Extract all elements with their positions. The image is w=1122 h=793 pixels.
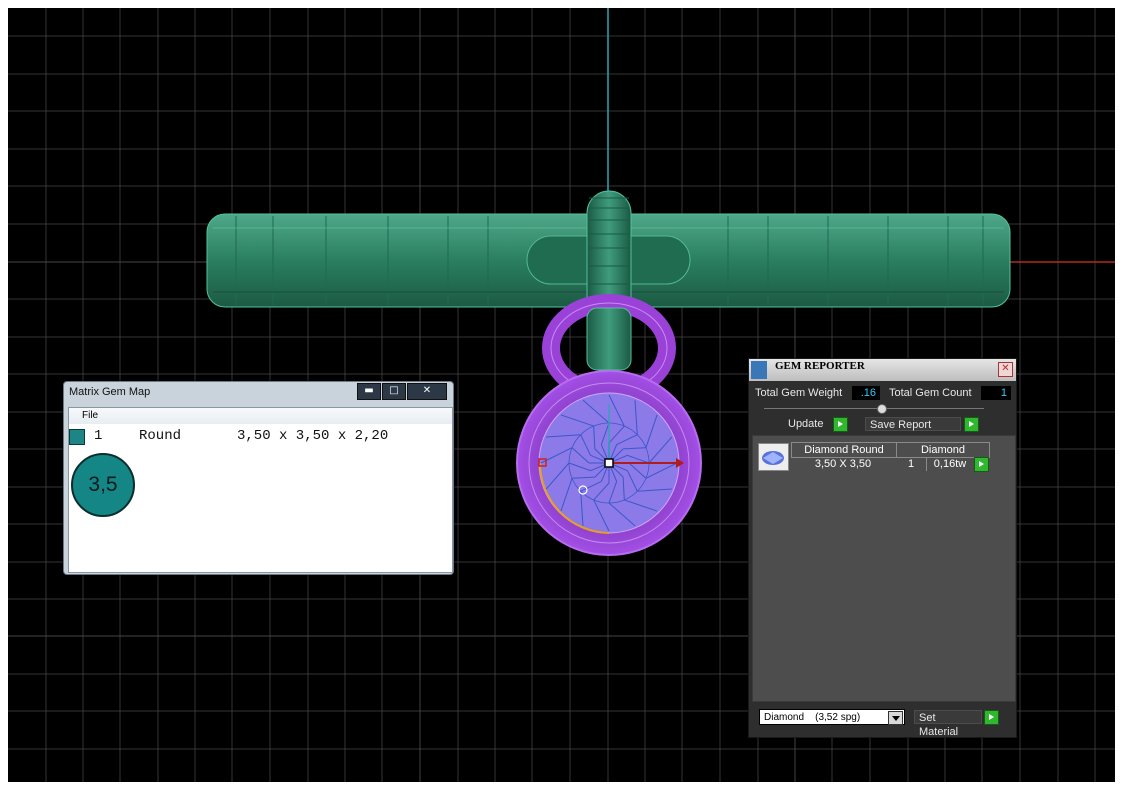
- total-gem-count-value: 1: [981, 386, 1011, 400]
- material-select[interactable]: Diamond (3,52 spg): [759, 709, 905, 725]
- splitter-handle[interactable]: [764, 408, 984, 409]
- gem-map-menubar: File: [69, 408, 452, 424]
- total-gem-weight-label: Total Gem Weight: [755, 387, 843, 399]
- column-header-shape: Diamond Round: [791, 442, 897, 458]
- gem-row-detail-button[interactable]: [974, 457, 989, 472]
- gem-head[interactable]: [516, 370, 702, 556]
- gem-list[interactable]: Diamond Round Diamond 3,50 X 3,50 1 0,16…: [752, 435, 1016, 702]
- gem-map-title: Matrix Gem Map: [69, 386, 151, 398]
- gem-size-cell: 3,50 X 3,50: [814, 458, 872, 470]
- update-button[interactable]: [833, 417, 848, 432]
- gem-map-window-controls: ▬ □ ✕: [356, 383, 447, 400]
- gem-map-body: File 1 Round 3,50 x 3,50 x 2,20 3,5: [68, 407, 453, 573]
- set-material-button[interactable]: [984, 710, 999, 725]
- gem-shape: Round: [139, 428, 182, 444]
- gem-reporter-title: GEM REPORTER: [775, 360, 865, 372]
- gem-size-circle[interactable]: 3,5: [71, 453, 135, 517]
- gem-index: 1: [94, 428, 103, 444]
- set-material-label: Set Material: [914, 710, 982, 738]
- gem-dimensions: 3,50 x 3,50 x 2,20: [237, 428, 389, 444]
- minimize-icon[interactable]: ▬: [357, 383, 381, 400]
- material-select-value: Diamond (3,52 spg): [764, 712, 861, 723]
- menu-file[interactable]: File: [69, 408, 98, 421]
- diamond-round-thumbnail-icon: [758, 443, 789, 471]
- gem-reporter-footer: Diamond (3,52 spg) Set Material: [749, 703, 1016, 738]
- gem-weight-cell: 0,16tw: [933, 458, 967, 470]
- splitter-knob-icon[interactable]: [877, 404, 887, 414]
- gem-count-cell: 1: [896, 457, 927, 471]
- save-report-label: Save Report: [865, 417, 961, 431]
- maximize-icon[interactable]: □: [382, 383, 406, 400]
- close-icon[interactable]: ✕: [407, 383, 447, 400]
- update-label: Update: [788, 418, 824, 430]
- gem-reporter-app-icon: [751, 361, 767, 379]
- gem-reporter-titlebar[interactable]: GEM REPORTER ✕: [749, 359, 1016, 381]
- total-gem-count-label: Total Gem Count: [889, 387, 972, 399]
- gem-color-swatch: [69, 429, 85, 445]
- column-header-material: Diamond: [896, 442, 990, 458]
- save-report-button[interactable]: [964, 417, 979, 432]
- close-icon[interactable]: ✕: [998, 362, 1013, 377]
- gem-map-row[interactable]: 1 Round 3,50 x 3,50 x 2,20: [69, 428, 449, 446]
- gem-reporter-window[interactable]: GEM REPORTER ✕ Total Gem Weight .16 Tota…: [748, 358, 1017, 738]
- total-gem-weight-value: .16: [852, 386, 880, 400]
- gem-map-window[interactable]: Matrix Gem Map ▬ □ ✕ File 1 Round 3,50 x…: [63, 381, 454, 575]
- chevron-down-icon[interactable]: [888, 711, 903, 725]
